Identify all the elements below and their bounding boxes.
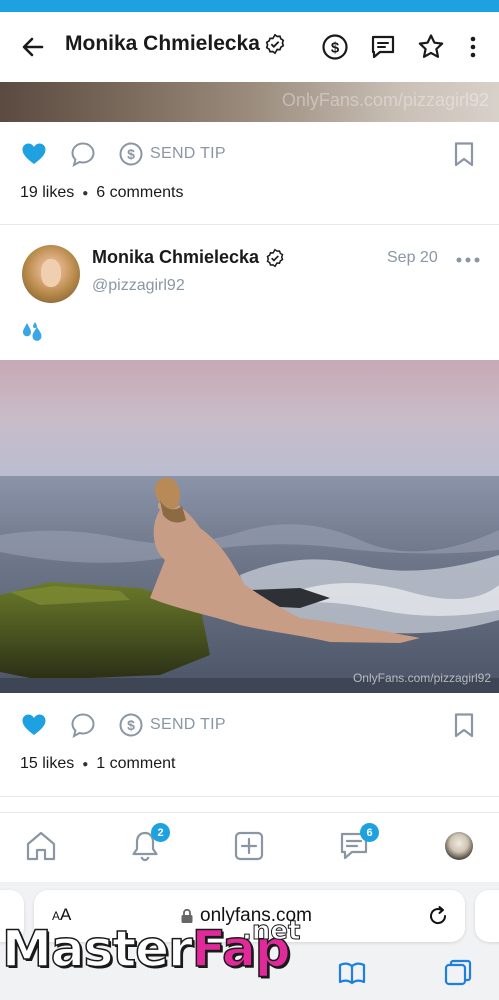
page-title: Monika Chmielecka (65, 32, 286, 56)
previous-post-stats: 19 likes ● 6 comments (20, 184, 183, 202)
comment-icon[interactable] (69, 140, 97, 168)
post-options-icon[interactable] (455, 250, 481, 270)
more-vertical-icon[interactable] (458, 32, 488, 62)
beach-photo (0, 360, 499, 693)
like-heart-icon[interactable] (20, 711, 48, 739)
messages-tab[interactable]: 6 (337, 823, 379, 863)
author-avatar[interactable] (22, 245, 80, 303)
back-arrow-icon[interactable] (18, 32, 48, 62)
post-date: Sep 20 (387, 249, 438, 266)
post-divider (0, 224, 499, 225)
send-tip-button[interactable]: SEND TIP (150, 145, 226, 163)
comments-count[interactable]: 1 comment (96, 755, 175, 773)
image-watermark: OnlyFans.com/pizzagirl92 (352, 671, 491, 685)
home-icon[interactable] (24, 829, 58, 863)
image-watermark: OnlyFans.com/pizzagirl92 (281, 90, 489, 110)
svg-text:$: $ (127, 146, 135, 162)
page-title-text: Monika Chmielecka (65, 32, 260, 55)
messages-badge: 6 (360, 823, 379, 842)
comment-icon[interactable] (69, 711, 97, 739)
post-divider (0, 796, 499, 797)
post-author-name: Monika Chmielecka (92, 247, 260, 267)
post-caption-emoji (23, 322, 42, 341)
next-tab-pill[interactable] (475, 890, 499, 942)
post-photo[interactable]: OnlyFans.com/pizzagirl92 (0, 360, 499, 693)
post-handle[interactable]: @pizzagirl92 (92, 277, 185, 295)
comments-count[interactable]: 6 comments (96, 184, 183, 202)
send-tip-icon[interactable]: $ (117, 140, 145, 168)
avatar-face (41, 259, 61, 287)
verified-icon (265, 33, 285, 55)
post-author[interactable]: Monika Chmielecka (92, 247, 285, 268)
profile-avatar-tab[interactable] (445, 832, 473, 860)
post-stats: 15 likes ● 1 comment (20, 755, 175, 773)
send-tip-button[interactable]: SEND TIP (150, 716, 226, 734)
send-tip-icon[interactable]: $ (117, 711, 145, 739)
svg-text:$: $ (331, 40, 340, 57)
bookmark-icon[interactable] (450, 140, 478, 168)
profile-header: Monika Chmielecka $ (0, 12, 499, 82)
add-post-icon[interactable] (232, 829, 266, 863)
reload-icon[interactable] (426, 904, 450, 928)
watermark-suffix: .net (241, 916, 301, 947)
star-icon[interactable] (416, 32, 446, 62)
message-icon[interactable] (368, 32, 398, 62)
like-heart-icon[interactable] (20, 140, 48, 168)
svg-text:$: $ (127, 717, 135, 733)
tabs-icon[interactable] (443, 958, 473, 988)
previous-post-actions: $ SEND TIP (0, 128, 499, 178)
bottom-navigation: 2 6 (0, 812, 499, 882)
stats-separator: ● (82, 187, 89, 199)
bookmark-icon[interactable] (450, 711, 478, 739)
watermark-part1: Master (1, 919, 193, 979)
post-actions: $ SEND TIP (0, 699, 499, 749)
previous-post-image[interactable]: OnlyFans.com/pizzagirl92 (0, 82, 499, 122)
verified-icon (266, 248, 284, 267)
stats-separator: ● (82, 758, 89, 770)
notifications-badge: 2 (151, 823, 170, 842)
notifications-tab[interactable]: 2 (128, 823, 170, 863)
likes-count[interactable]: 19 likes (20, 184, 74, 202)
likes-count[interactable]: 15 likes (20, 755, 74, 773)
status-strip (0, 0, 499, 12)
tip-dollar-icon[interactable]: $ (320, 32, 350, 62)
bookmarks-book-icon[interactable] (337, 958, 367, 988)
